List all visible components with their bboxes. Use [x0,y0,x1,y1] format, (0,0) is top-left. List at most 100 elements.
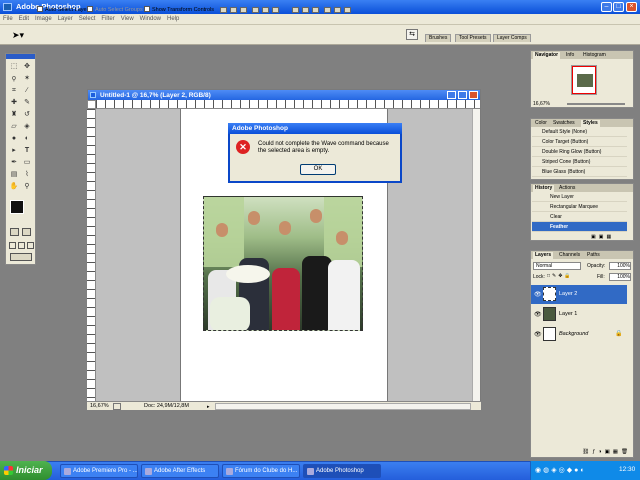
tab-styles[interactable]: Styles [581,120,600,127]
align-hcenter-icon[interactable] [262,7,269,13]
show-transform-option[interactable]: Show Transform Controls [144,6,214,14]
notes-tool-icon[interactable]: ▤ [9,170,19,179]
layer-row-selected[interactable]: 👁 Layer 2 [531,285,627,304]
jump-to-imageready-icon[interactable] [10,253,32,261]
auto-select-layer-option[interactable]: Auto Select Layer [37,6,88,14]
menu-image[interactable]: Image [32,14,55,25]
align-right-icon[interactable] [272,7,279,13]
crop-tool-icon[interactable]: ⌗ [9,86,19,95]
taskbar-item-after-effects[interactable]: Adobe After Effects [141,464,219,478]
tab-histogram[interactable]: Histogram [581,52,608,59]
ruler-origin[interactable] [87,100,96,109]
doc-maximize-button[interactable] [458,91,467,99]
align-bottom-icon[interactable] [240,7,247,13]
dialog-title-bar[interactable]: Adobe Photoshop [228,123,402,134]
blend-mode-select[interactable]: Normal [533,262,581,270]
menu-file[interactable]: File [0,14,16,25]
menu-help[interactable]: Help [164,14,182,25]
quick-mask-icon[interactable] [22,228,31,236]
blur-tool-icon[interactable]: ● [9,134,19,143]
menu-filter[interactable]: Filter [98,14,117,25]
marquee-tool-icon[interactable]: ⬚ [9,62,19,71]
eye-icon[interactable]: 👁 [534,291,542,298]
history-item[interactable]: New Layer [532,192,627,202]
taskbar-item-photoshop[interactable]: Adobe Photoshop [303,464,381,478]
layers-panel-buttons[interactable]: ⛓ƒ◑▣▦🗑 [535,449,631,457]
eye-icon[interactable]: 👁 [534,331,542,338]
distribute-bottom-icon[interactable] [312,7,319,13]
healing-brush-icon[interactable]: ✚ [9,98,19,107]
slice-tool-icon[interactable]: ∕ [22,86,32,95]
pen-tool-icon[interactable]: ✒ [9,158,19,167]
history-item-selected[interactable]: Feather [532,222,627,232]
tab-paths[interactable]: Paths [585,252,602,259]
palette-well-tab-tool-presets[interactable]: Tool Presets [455,34,491,42]
fill-field[interactable]: 100% [609,273,631,281]
distribute-vcenter-icon[interactable] [302,7,309,13]
lock-options-icons[interactable]: □✎✥🔒 [547,273,573,279]
close-button[interactable]: × [626,2,637,12]
status-icon[interactable] [113,403,121,410]
photo-layer-image[interactable] [203,196,363,331]
screen-mode-standard-icon[interactable] [9,242,16,249]
brush-tool-icon[interactable]: ✎ [22,98,32,107]
zoom-level[interactable]: 16,67% [90,402,109,411]
show-transform-checkbox[interactable] [144,6,150,12]
menu-window[interactable]: Window [137,14,164,25]
taskbar-item-forum[interactable]: Fórum do Clube do H... [222,464,300,478]
layer-row[interactable]: 👁 Background 🔒 [531,325,627,344]
tab-color[interactable]: Color [533,120,549,127]
maximize-button[interactable]: □ [613,2,624,12]
distribute-hcenter-icon[interactable] [334,7,341,13]
tab-layers[interactable]: Layers [533,252,554,259]
menu-layer[interactable]: Layer [55,14,76,25]
clock[interactable]: 12:30 [619,466,635,473]
style-item[interactable]: Striped Cone (Button) [532,157,627,167]
navigator-zoom[interactable]: 16,67% [533,101,550,107]
type-tool-icon[interactable]: T [22,146,32,155]
taskbar-item-premiere[interactable]: Adobe Premiere Pro - ... [60,464,138,478]
history-panel-buttons[interactable]: ▣▣▦ [591,234,631,241]
auto-select-layer-checkbox[interactable] [37,6,43,12]
auto-select-groups-checkbox[interactable] [87,6,93,12]
align-vcenter-icon[interactable] [230,7,237,13]
move-tool-icon[interactable]: ✥ [22,62,32,71]
doc-minimize-button[interactable] [447,91,456,99]
foreground-color-swatch[interactable] [10,200,24,214]
palette-well-tab-brushes[interactable]: Brushes [425,34,452,42]
go-to-bridge-icon[interactable]: ⇆ [406,29,418,40]
ok-button[interactable]: OK [300,164,336,175]
vertical-ruler[interactable] [87,109,96,401]
history-item[interactable]: Rectangular Marquee [532,202,627,212]
navigator-view-box[interactable] [572,66,596,94]
move-tool-preset-icon[interactable]: ➤▾ [12,30,24,40]
toolbox-header[interactable] [6,54,35,59]
style-item[interactable]: Default Style (None) [532,127,627,137]
opacity-field[interactable]: 100% [609,262,631,270]
menu-edit[interactable]: Edit [16,14,32,25]
history-brush-icon[interactable]: ↺ [22,110,32,119]
distribute-left-icon[interactable] [324,7,331,13]
magic-wand-tool-icon[interactable]: ✶ [22,74,32,83]
eraser-tool-icon[interactable]: ▱ [9,122,19,131]
tab-history[interactable]: History [533,185,555,192]
menu-select[interactable]: Select [76,14,99,25]
layer-row[interactable]: 👁 Layer 1 [531,305,627,324]
style-item[interactable]: Color Target (Button) [532,137,627,147]
shape-tool-icon[interactable]: ▭ [22,158,32,167]
align-top-icon[interactable] [220,7,227,13]
tab-swatches[interactable]: Swatches [551,120,577,127]
lasso-tool-icon[interactable]: ϙ [9,74,19,83]
eyedropper-tool-icon[interactable]: ⌇ [22,170,32,179]
menu-view[interactable]: View [118,14,137,25]
horizontal-ruler[interactable] [96,100,480,109]
tab-navigator[interactable]: Navigator [533,52,561,59]
palette-well-tab-layer-comps[interactable]: Layer Comps [493,34,531,42]
tab-channels[interactable]: Channels [557,252,582,259]
minimize-button[interactable]: – [601,2,612,12]
status-menu-arrow-icon[interactable]: ▸ [207,403,210,412]
doc-close-button[interactable] [469,91,478,99]
path-selection-icon[interactable]: ▸ [9,146,19,155]
navigator-zoom-slider[interactable] [567,103,625,105]
tab-info[interactable]: Info [564,52,576,59]
